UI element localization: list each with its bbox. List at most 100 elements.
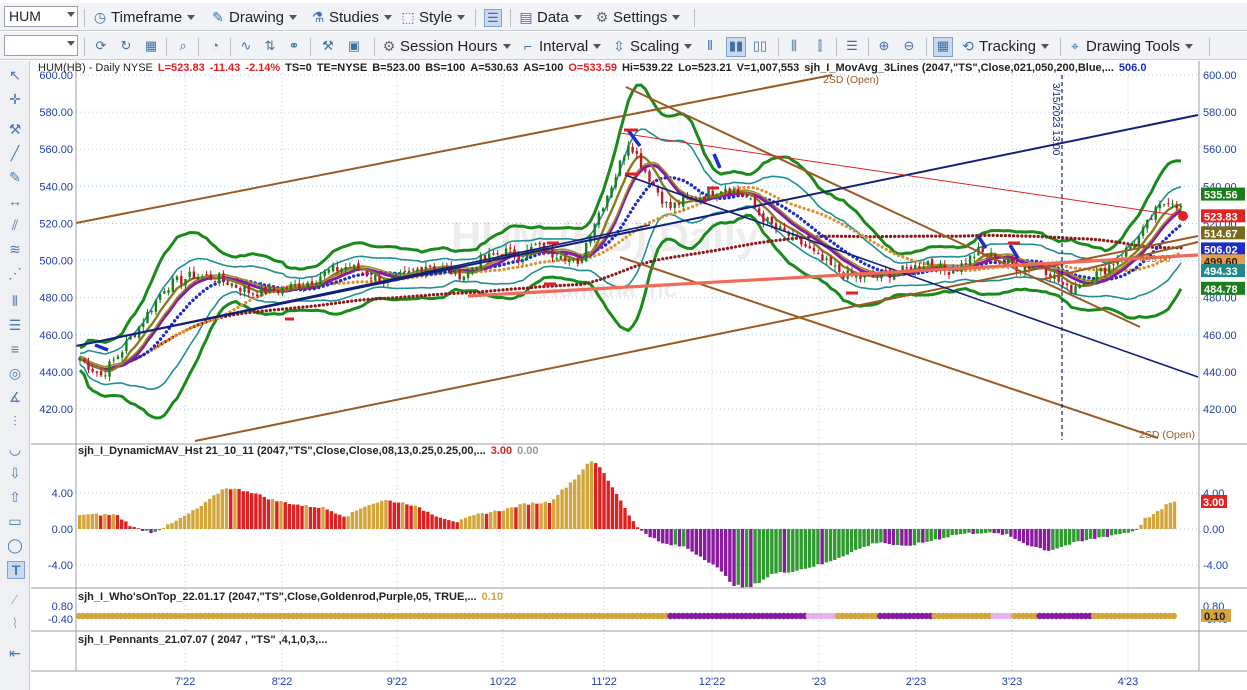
horizontal-arrows-icon[interactable]: ↔ — [7, 193, 23, 209]
gauge-icon[interactable]: ◔ — [207, 38, 223, 54]
grid-toggle-icon[interactable]: ▦ — [933, 37, 953, 57]
data-button[interactable]: ▤ Data — [518, 7, 582, 27]
reload-icon[interactable]: ↻ — [118, 38, 134, 54]
pen-icon[interactable]: ✎ — [7, 169, 23, 185]
histogram-bar — [1055, 529, 1059, 549]
pointer-icon[interactable]: ↖ — [7, 67, 23, 83]
crosshair-icon[interactable]: ✛ — [7, 91, 23, 107]
panels-icon[interactable]: ☰ — [844, 38, 860, 54]
histogram-bar — [1034, 529, 1038, 548]
date-axis-label: 9'22 — [387, 676, 407, 688]
scaling-button[interactable]: ⇳ Scaling — [611, 36, 693, 56]
bars-icon[interactable]: ⫶ — [7, 413, 23, 429]
angle-icon[interactable]: ∡ — [7, 389, 23, 405]
interval-button[interactable]: ⌐ Interval — [520, 36, 602, 56]
chevron-down-icon[interactable] — [67, 41, 75, 46]
candle-body — [213, 281, 217, 283]
tracking-button[interactable]: ⟲ Tracking — [960, 36, 1049, 56]
candle-body — [255, 294, 259, 297]
symbol-input[interactable]: HUM — [4, 6, 78, 27]
up-arrow-icon[interactable]: ⇧ — [7, 489, 23, 505]
rectangle-icon[interactable]: ▭ — [7, 513, 23, 529]
style-button[interactable]: ⬚ Style — [400, 7, 466, 27]
wave-icon[interactable]: ∿ — [238, 38, 254, 54]
collapse-icon[interactable]: ⇤ — [7, 645, 23, 661]
fibonacci-icon[interactable]: ⋰ — [7, 265, 23, 281]
histogram-bar — [757, 529, 761, 583]
wrench-icon[interactable]: ⚒ — [7, 121, 23, 137]
layout-icon[interactable]: ☰ — [484, 9, 502, 27]
panel3-title: sjh_I_Who'sOnTop_22.01.17 (2047,"TS",Clo… — [78, 591, 477, 603]
candle-body — [315, 282, 318, 285]
candle-body — [319, 276, 322, 284]
histogram-bar — [795, 529, 799, 571]
candle-body — [1150, 218, 1153, 220]
studies-label: Studies — [329, 8, 380, 26]
candle-body — [1091, 279, 1094, 284]
toolbar-divider — [1060, 38, 1061, 56]
settings-button[interactable]: ⚙ Settings — [594, 7, 681, 27]
histogram-bar — [237, 488, 241, 529]
drawing-button[interactable]: ✎ Drawing — [210, 7, 298, 27]
cube-icon[interactable]: ▣ — [346, 38, 362, 54]
vertical-lines-icon[interactable]: ⦀ — [7, 293, 23, 309]
refresh-icon[interactable]: ⟳ — [93, 38, 109, 54]
histogram-bar — [182, 515, 187, 529]
price-tag-label: 523.83 — [1204, 211, 1238, 223]
candle-body — [361, 272, 364, 274]
chevron-down-icon — [187, 14, 196, 20]
candle-body — [133, 334, 137, 337]
list-icon[interactable]: ≡ — [7, 341, 23, 357]
histogram-bar — [459, 519, 464, 529]
candle-body — [1108, 264, 1111, 273]
compare-icon[interactable]: ⇅ — [262, 38, 278, 54]
zoom-out-icon[interactable]: ⊖ — [901, 38, 917, 54]
bar-chart-icon[interactable]: ⫴ — [702, 38, 718, 54]
tools-icon[interactable]: ⚒ — [320, 38, 336, 54]
parallel-lines-icon[interactable]: ≋ — [7, 241, 23, 257]
text-tool-icon[interactable]: T — [7, 561, 25, 579]
histogram-bar — [1093, 529, 1097, 539]
link-icon[interactable]: ⚭ — [286, 38, 302, 54]
search-icon[interactable]: ⌕ — [175, 38, 191, 54]
eraser-icon[interactable]: ⁄ — [7, 591, 23, 607]
studies-button[interactable]: ⚗ Studies — [310, 7, 393, 27]
ellipse-icon[interactable]: ◯ — [7, 537, 23, 553]
histogram-bar — [1172, 501, 1177, 529]
panel3-axis-label-left: 0.80 — [52, 601, 73, 613]
channel-icon[interactable]: ⫽ — [7, 217, 23, 233]
histogram-bar — [694, 529, 699, 555]
ohlc-icon[interactable]: ⫿ — [812, 38, 828, 54]
grid-icon[interactable]: ▦ — [143, 38, 159, 54]
candle-body — [644, 166, 647, 172]
histogram-bar — [568, 482, 573, 529]
histogram-bar — [812, 529, 816, 567]
hollow-candle-icon[interactable]: ▯▯ — [752, 38, 768, 54]
histogram-bar — [1084, 529, 1089, 541]
trendline-icon[interactable]: ╱ — [7, 145, 23, 161]
histogram-bar — [740, 529, 745, 588]
lock-icon[interactable]: ⌇ — [7, 615, 23, 631]
date-marker-label: 3/15/2023 13:00 — [1050, 83, 1061, 156]
candlestick-icon[interactable]: ▮▮ — [726, 37, 746, 57]
down-arrow-icon[interactable]: ⇩ — [7, 465, 23, 481]
session-hours-button[interactable]: ⚙ Session Hours — [381, 36, 511, 56]
zoom-in-icon[interactable]: ⊕ — [876, 38, 892, 54]
levels-icon[interactable]: ☰ — [7, 317, 23, 333]
volume-icon[interactable]: ⫼ — [786, 38, 802, 54]
inline-value-label: 499.60 — [1140, 254, 1171, 265]
histogram-bar — [354, 510, 359, 529]
drawing-tools-button[interactable]: ⌖ Drawing Tools — [1067, 36, 1193, 56]
histogram-bar — [203, 501, 208, 529]
target-icon[interactable]: ◎ — [7, 365, 23, 381]
candle-body — [142, 323, 145, 327]
chevron-down-icon[interactable] — [67, 12, 75, 17]
candle-body — [150, 311, 153, 313]
histogram-bar — [350, 511, 355, 529]
arc-icon[interactable]: ◡ — [7, 441, 23, 457]
workspace-select[interactable] — [4, 35, 78, 56]
toolbar-divider — [230, 38, 231, 56]
timeframe-button[interactable]: ◷ Timeframe — [92, 7, 196, 27]
candle-body — [673, 202, 676, 208]
hist-axis-label-right: 0.00 — [1203, 524, 1224, 536]
